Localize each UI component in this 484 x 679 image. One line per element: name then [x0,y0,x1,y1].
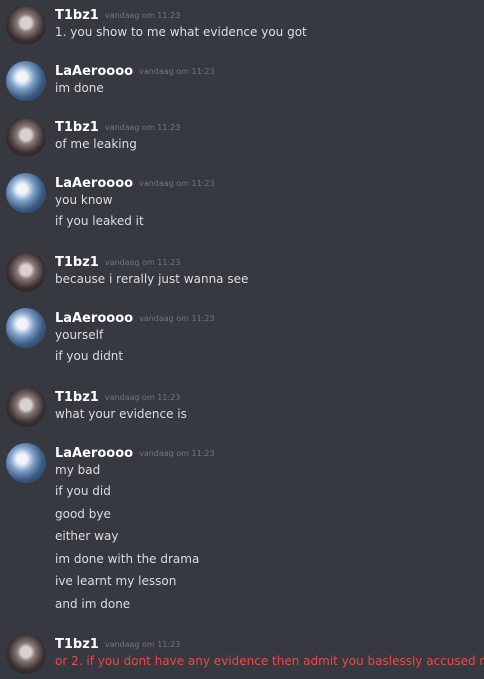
message-content: LaAeroooo vandaag om 11:23 my bad if you … [55,443,478,615]
message-content: T1bz1 vandaag om 11:23 of me leaking [55,117,478,154]
timestamp: vandaag om 11:23 [139,449,215,458]
username[interactable]: LaAeroooo [55,176,133,191]
message-header: T1bz1 vandaag om 11:23 [55,117,478,135]
message-header: LaAeroooo vandaag om 11:23 [55,443,478,461]
message-header: LaAeroooo vandaag om 11:23 [55,173,478,191]
timestamp: vandaag om 11:23 [104,11,181,20]
message-content: LaAeroooo vandaag om 11:23 you know if yo… [55,173,478,233]
message-text: my bad [55,463,101,477]
message-content: LaAeroooo vandaag om 11:23 yourself if yo… [55,308,478,368]
message-text: if you did [55,484,111,498]
message-text: of me leaking [55,137,137,151]
message-text: because i rerally just wanna see [55,272,249,286]
message-text: or 2. if you dont have any evidence then… [55,654,484,668]
message-content: T1bz1 vandaag om 11:23 because i rerally … [55,252,478,289]
username[interactable]: T1bz1 [55,255,99,270]
timestamp: vandaag om 11:23 [104,393,181,402]
username[interactable]: LaAeroooo [55,311,133,326]
timestamp: vandaag om 11:23 [139,314,215,323]
laaeroooo-avatar[interactable] [6,173,46,213]
t1bz1-avatar[interactable] [6,252,46,292]
message-text: im done with the drama [55,551,200,566]
message-header: T1bz1 vandaag om 11:23 [55,634,478,652]
username[interactable]: T1bz1 [55,120,99,135]
laaeroooo-avatar[interactable] [6,308,46,348]
message-text: ive learnt my lesson [55,574,177,588]
username[interactable]: T1bz1 [55,390,99,405]
timestamp: vandaag om 11:23 [104,123,181,132]
t1bz1-avatar[interactable] [6,5,46,45]
t1bz1-avatar[interactable] [6,634,46,674]
message-text: good bye [55,506,111,521]
username[interactable]: LaAeroooo [55,446,133,461]
username[interactable]: LaAeroooo [55,64,133,79]
message-text: im done [55,81,104,95]
message-header: T1bz1 vandaag om 11:23 [55,5,478,23]
timestamp: vandaag om 11:23 [104,640,181,649]
message-text: if you didnt [55,349,124,363]
message-text: you know [55,193,113,207]
timestamp: vandaag om 11:23 [139,67,215,76]
message-text: if you leaked it [55,214,144,228]
chat-messages: T1bz1 vandaag om 11:23 1. you show to me … [0,0,484,679]
message-header: T1bz1 vandaag om 11:23 [55,387,478,405]
username[interactable]: T1bz1 [55,8,99,23]
laaeroooo-avatar[interactable] [6,443,46,483]
username[interactable]: T1bz1 [55,637,99,652]
message-content: LaAeroooo vandaag om 11:23 im done [55,61,478,98]
message-header: T1bz1 vandaag om 11:23 [55,252,478,270]
message-header: LaAeroooo vandaag om 11:23 [55,61,478,79]
message-content: T1bz1 vandaag om 11:23 or 2. if you dont … [55,634,484,671]
message-text: and im done [55,596,131,611]
message-text: 1. you show to me what evidence you got [55,25,307,39]
message-text: yourself [55,328,104,342]
message-content: T1bz1 vandaag om 11:23 what your evidence… [55,387,478,424]
laaeroooo-avatar[interactable] [6,61,46,101]
message-text: what your evidence is [55,407,187,421]
message-content: T1bz1 vandaag om 11:23 1. you show to me … [55,5,478,42]
timestamp: vandaag om 11:23 [139,179,215,188]
timestamp: vandaag om 11:23 [104,258,181,267]
t1bz1-avatar[interactable] [6,387,46,427]
message-text: either way [55,529,119,543]
message-header: LaAeroooo vandaag om 11:23 [55,308,478,326]
t1bz1-avatar[interactable] [6,117,46,157]
